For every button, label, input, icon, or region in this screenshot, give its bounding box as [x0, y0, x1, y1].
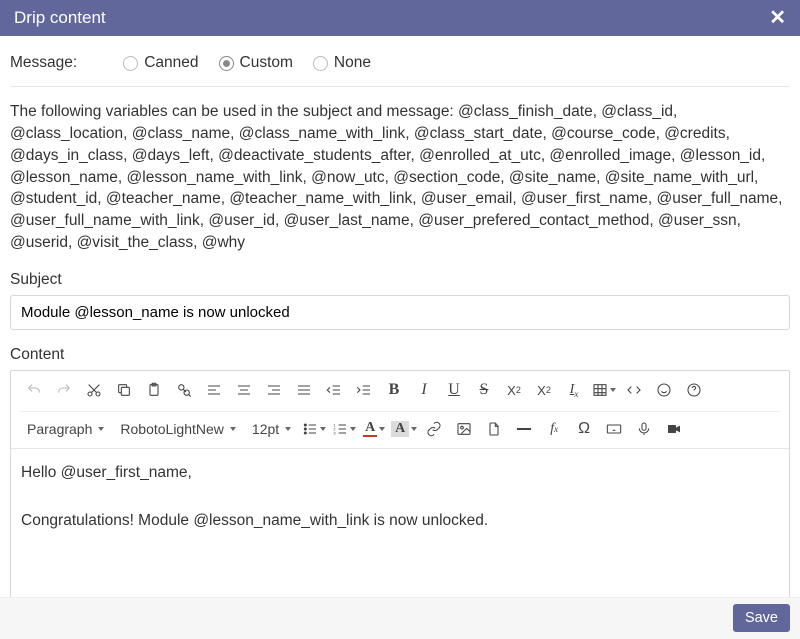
strikethrough-icon[interactable]: S: [469, 377, 499, 403]
paste-icon[interactable]: [139, 377, 169, 403]
radio-none[interactable]: None: [313, 54, 371, 72]
titlebar: Drip content ✕: [0, 0, 800, 36]
clear-formatting-icon[interactable]: Ix: [559, 377, 589, 403]
table-icon[interactable]: [589, 377, 619, 403]
redo-icon[interactable]: [49, 377, 79, 403]
underline-icon[interactable]: U: [439, 377, 469, 403]
subject-label: Subject: [10, 271, 790, 289]
rich-text-editor: B I U S X2 X2 Ix Paragraph RobotoLightNe…: [10, 370, 790, 597]
radio-label: Custom: [240, 54, 293, 72]
find-replace-icon[interactable]: [169, 377, 199, 403]
align-justify-icon[interactable]: [289, 377, 319, 403]
subscript-icon[interactable]: X2: [499, 377, 529, 403]
code-icon[interactable]: [619, 377, 649, 403]
body-line: Congratulations! Module @lesson_name_wit…: [21, 509, 779, 532]
radio-label: None: [334, 54, 371, 72]
text-color-icon[interactable]: A: [359, 416, 389, 442]
message-radio-group: Canned Custom None: [123, 54, 371, 72]
editor-toolbar: B I U S X2 X2 Ix Paragraph RobotoLightNe…: [11, 371, 789, 449]
radio-icon: [313, 56, 328, 71]
body-line: Hello @user_first_name,: [21, 461, 779, 484]
italic-icon[interactable]: I: [409, 377, 439, 403]
svg-text:3: 3: [333, 431, 336, 436]
superscript-icon[interactable]: X2: [529, 377, 559, 403]
formula-icon[interactable]: fx: [539, 416, 569, 442]
modal-title: Drip content: [14, 8, 106, 28]
radio-icon: [123, 56, 138, 71]
radio-custom[interactable]: Custom: [219, 54, 293, 72]
variables-help-text: The following variables can be used in t…: [10, 101, 790, 253]
modal-body: Message: Canned Custom None The followin…: [0, 36, 800, 596]
outdent-icon[interactable]: [319, 377, 349, 403]
background-color-icon[interactable]: A: [389, 416, 419, 442]
emoji-icon[interactable]: [649, 377, 679, 403]
video-icon[interactable]: [659, 416, 689, 442]
image-icon[interactable]: [449, 416, 479, 442]
align-left-icon[interactable]: [199, 377, 229, 403]
radio-label: Canned: [144, 54, 198, 72]
keyboard-icon[interactable]: [599, 416, 629, 442]
align-center-icon[interactable]: [229, 377, 259, 403]
copy-icon[interactable]: [109, 377, 139, 403]
separator: [10, 86, 790, 87]
content-editor[interactable]: Hello @user_first_name, Congratulations!…: [11, 449, 789, 597]
horizontal-rule-icon[interactable]: [509, 416, 539, 442]
help-icon[interactable]: [679, 377, 709, 403]
font-size-select[interactable]: 12pt: [244, 416, 299, 442]
link-icon[interactable]: [419, 416, 449, 442]
indent-icon[interactable]: [349, 377, 379, 403]
save-button[interactable]: Save: [733, 604, 790, 632]
file-icon[interactable]: [479, 416, 509, 442]
microphone-icon[interactable]: [629, 416, 659, 442]
subject-input[interactable]: [10, 295, 790, 330]
message-label: Message:: [10, 54, 77, 72]
close-icon[interactable]: ✕: [769, 8, 786, 28]
undo-icon[interactable]: [19, 377, 49, 403]
omega-icon[interactable]: Ω: [569, 416, 599, 442]
bold-icon[interactable]: B: [379, 377, 409, 403]
align-right-icon[interactable]: [259, 377, 289, 403]
numbered-list-icon[interactable]: 123: [329, 416, 359, 442]
message-row: Message: Canned Custom None: [10, 54, 790, 72]
radio-canned[interactable]: Canned: [123, 54, 198, 72]
block-format-select[interactable]: Paragraph: [19, 416, 112, 442]
toolbar-row-2: Paragraph RobotoLightNew 12pt 123 A A fx…: [19, 411, 781, 442]
cut-icon[interactable]: [79, 377, 109, 403]
font-family-select[interactable]: RobotoLightNew: [112, 416, 244, 442]
drip-content-modal: Drip content ✕ Message: Canned Custom No…: [0, 0, 800, 639]
modal-footer: Save: [0, 597, 800, 639]
bullet-list-icon[interactable]: [299, 416, 329, 442]
radio-icon: [219, 56, 234, 71]
content-label: Content: [10, 346, 790, 364]
